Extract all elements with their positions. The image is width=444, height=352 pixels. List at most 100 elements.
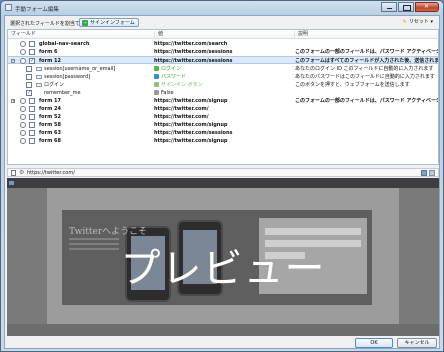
row-radio[interactable]	[20, 122, 26, 128]
field-value: https://twitter.com/signup	[154, 138, 228, 144]
table-row-child[interactable]: session[password] パスワード あなたのパスワードはこのフィール…	[8, 73, 438, 81]
field-value: ログイン	[161, 66, 182, 72]
layout-toggle-icon[interactable]	[421, 170, 427, 176]
field-description	[295, 121, 438, 129]
field-name: session[password]	[44, 74, 91, 80]
row-checkbox[interactable]	[29, 122, 35, 128]
gear-icon[interactable]: ⚙	[19, 169, 24, 177]
field-name: session[username_or_email]	[44, 66, 116, 72]
row-radio[interactable]	[20, 49, 26, 55]
field-description: あなたのログイン ID このフィールドに自動的に入力されます	[295, 66, 434, 72]
login-icon	[154, 66, 159, 71]
row-radio[interactable]	[20, 98, 26, 104]
row-checkbox[interactable]	[29, 114, 35, 120]
table-row-child[interactable]: ログイン サインイン ボタン このボタンを押すと、ウェブフォームを送信します	[8, 81, 438, 89]
table-row-selected[interactable]: − form 12 https://twitter.com/sessions こ…	[8, 56, 438, 65]
collapse-icon[interactable]: −	[11, 59, 15, 63]
table-row[interactable]: form 24 https://twitter.com/	[8, 105, 438, 113]
table-row[interactable]: form 52 https://twitter.com/	[8, 113, 438, 121]
row-checkbox[interactable]	[29, 98, 35, 104]
field-value-cell: False	[154, 89, 284, 97]
field-value: https://twitter.com/	[154, 106, 209, 112]
field-name: form 6	[39, 49, 58, 55]
field-name: form 12	[39, 58, 61, 64]
row-checkbox[interactable]	[26, 89, 32, 97]
field-grid[interactable]: フィールド 値 説明 global-nav-search https://twi…	[7, 29, 439, 165]
close-button[interactable]	[415, 2, 439, 12]
row-checkbox[interactable]	[29, 130, 35, 136]
row-radio[interactable]	[20, 130, 26, 136]
field-description: このフォームの一部のフィールドは、パスワード アクティベーシ...	[295, 98, 438, 104]
minimize-button[interactable]	[381, 2, 397, 12]
field-description: あなたのパスワードはこのフィールドに自動的に入力されます	[295, 74, 435, 80]
row-checkbox[interactable]	[26, 66, 32, 72]
field-name: ログイン	[44, 82, 65, 88]
refresh-icon[interactable]	[429, 170, 435, 176]
row-radio[interactable]	[20, 58, 26, 64]
field-name: form 68	[39, 138, 61, 144]
header-description[interactable]: 説明	[294, 31, 438, 39]
field-value: False	[161, 90, 174, 96]
field-description: このフォームの一部のフィールドは、パスワード アクティベーシ...	[295, 49, 438, 55]
table-row[interactable]: form 68 https://twitter.com/signup	[8, 137, 438, 145]
preview-pane: Twitterへようこそ プレビュー	[7, 178, 439, 336]
field-value: サインイン ボタン	[161, 82, 203, 88]
field-value: https://twitter.com/	[154, 114, 209, 120]
field-value: https://twitter.com/sessions	[154, 58, 233, 64]
table-row[interactable]: + form 17 https://twitter.com/signup このフ…	[8, 97, 438, 105]
row-radio[interactable]	[20, 106, 26, 112]
preview-topbar	[7, 178, 439, 188]
expand-icon[interactable]: +	[11, 99, 15, 103]
cancel-button[interactable]: キャンセル	[397, 338, 437, 348]
reset-icon: ✎	[402, 19, 407, 25]
page-icon	[11, 170, 16, 176]
row-checkbox[interactable]	[29, 57, 35, 65]
dialog-footer: OK キャンセル	[5, 336, 439, 350]
row-checkbox[interactable]	[26, 82, 32, 88]
ok-button[interactable]: OK	[355, 338, 393, 348]
field-value: https://twitter.com/signup	[154, 122, 228, 128]
row-radio[interactable]	[20, 138, 26, 144]
preview-url: https://twitter.com/	[27, 170, 75, 176]
table-row-child[interactable]: remember_me False	[8, 89, 438, 97]
signin-form-button[interactable]: → サインインフォーム	[79, 18, 139, 27]
table-row-child[interactable]: session[username_or_email] ログイン あなたのログイン…	[8, 65, 438, 73]
assign-label: 選択されたフィールドを割当て:	[10, 21, 82, 27]
field-name: form 17	[39, 98, 61, 104]
signin-button-icon	[154, 82, 159, 87]
field-name: remember_me	[44, 90, 81, 96]
field-value: https://twitter.com/sessions	[154, 130, 233, 136]
header-value[interactable]: 値	[154, 31, 294, 39]
field-description	[295, 113, 438, 121]
reset-button[interactable]: ✎ リセット ▾	[403, 19, 433, 26]
table-row[interactable]: global-nav-search https://twitter.com/se…	[8, 40, 438, 48]
row-checkbox[interactable]	[29, 49, 35, 55]
checkbox-value-icon	[154, 90, 159, 95]
table-row[interactable]: form 63 https://twitter.com/sessions	[8, 129, 438, 137]
row-checkbox[interactable]	[26, 74, 32, 80]
app-icon	[5, 4, 12, 11]
address-bar: ⚙ https://twitter.com/	[7, 168, 439, 177]
field-name: global-nav-search	[39, 41, 90, 47]
field-name: form 52	[39, 114, 61, 120]
field-name: form 24	[39, 106, 61, 112]
field-description	[295, 105, 438, 113]
field-description	[295, 89, 438, 97]
row-checkbox[interactable]	[29, 106, 35, 112]
toolbar: 選択されたフィールドを割当て: → サインインフォーム ✎ リセット ▾	[5, 16, 439, 29]
row-checkbox[interactable]	[29, 138, 35, 144]
row-checkbox[interactable]	[29, 41, 35, 47]
row-radio[interactable]	[20, 114, 26, 120]
maximize-button[interactable]	[398, 2, 414, 12]
field-value-cell: ログイン	[154, 65, 284, 73]
signin-icon: →	[82, 20, 88, 26]
row-radio[interactable]	[20, 41, 26, 47]
field-name: form 63	[39, 130, 61, 136]
header-field[interactable]: フィールド	[8, 31, 154, 39]
field-value: https://twitter.com/signup	[154, 98, 228, 104]
title-bar[interactable]: 手動フォーム編集	[1, 1, 443, 15]
field-description	[295, 129, 438, 137]
table-row[interactable]: form 58 https://twitter.com/signup	[8, 121, 438, 129]
field-value: https://twitter.com/search	[154, 41, 228, 47]
table-row[interactable]: form 6 https://twitter.com/sessions このフォ…	[8, 48, 438, 56]
